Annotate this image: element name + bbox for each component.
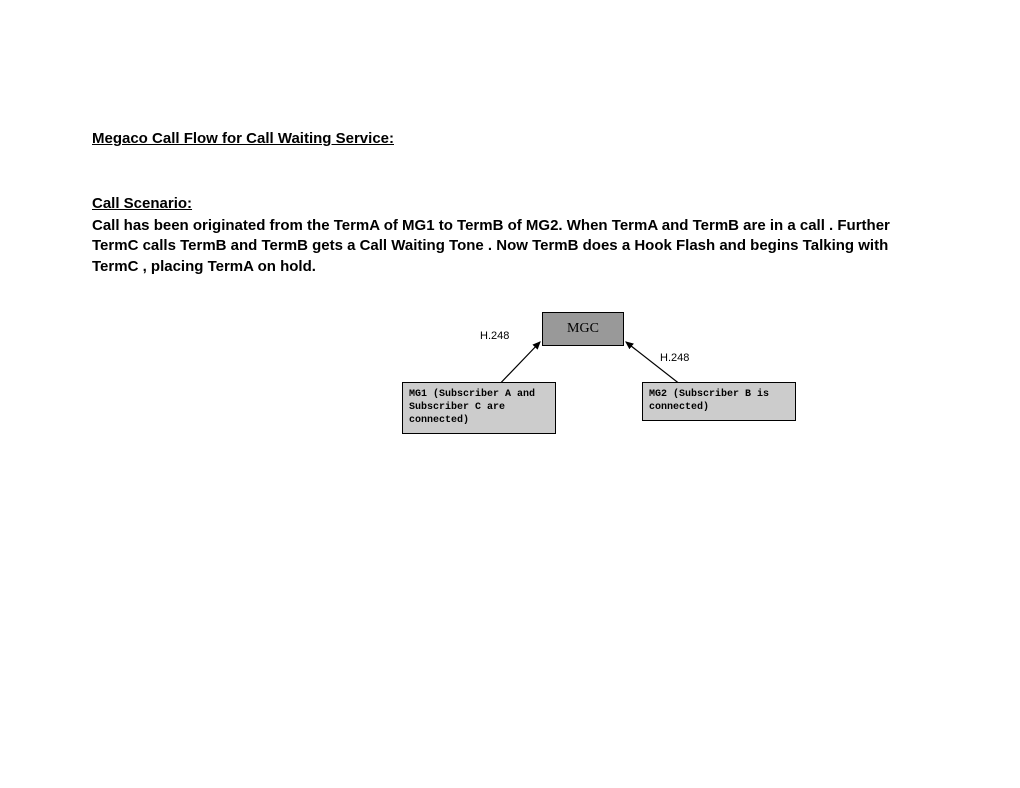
mgc-box: MGC bbox=[542, 312, 624, 346]
document-title: Megaco Call Flow for Call Waiting Servic… bbox=[92, 130, 928, 147]
mg2-box: MG2 (Subscriber B is connected) bbox=[642, 382, 796, 421]
mg1-box: MG1 (Subscriber A and Subscriber C are c… bbox=[402, 382, 556, 434]
h248-label-left: H.248 bbox=[480, 330, 509, 342]
diagram-container: MGC H.248 H.248 MG1 (Subscriber A and Su… bbox=[312, 312, 812, 472]
h248-label-right: H.248 bbox=[660, 352, 689, 364]
scenario-text: Call has been originated from the TermA … bbox=[92, 216, 928, 277]
scenario-label: Call Scenario: bbox=[92, 195, 928, 212]
